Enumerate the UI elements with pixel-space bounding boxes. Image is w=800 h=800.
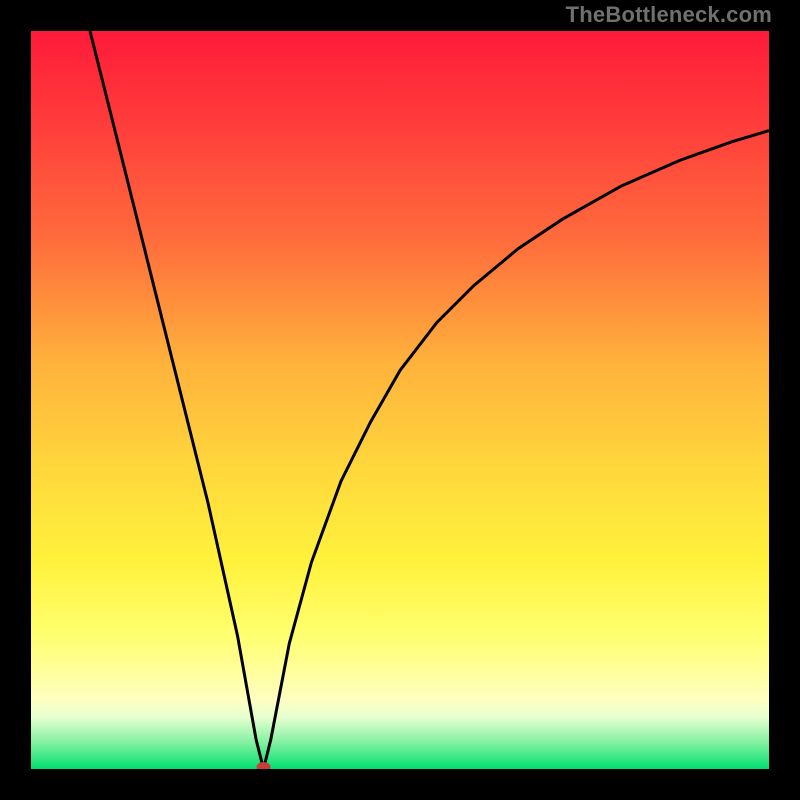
plot-area xyxy=(31,31,769,769)
gradient-background xyxy=(31,31,769,769)
plot-svg xyxy=(31,31,769,769)
chart-stage: TheBottleneck.com xyxy=(0,0,800,800)
watermark-label: TheBottleneck.com xyxy=(566,2,772,28)
